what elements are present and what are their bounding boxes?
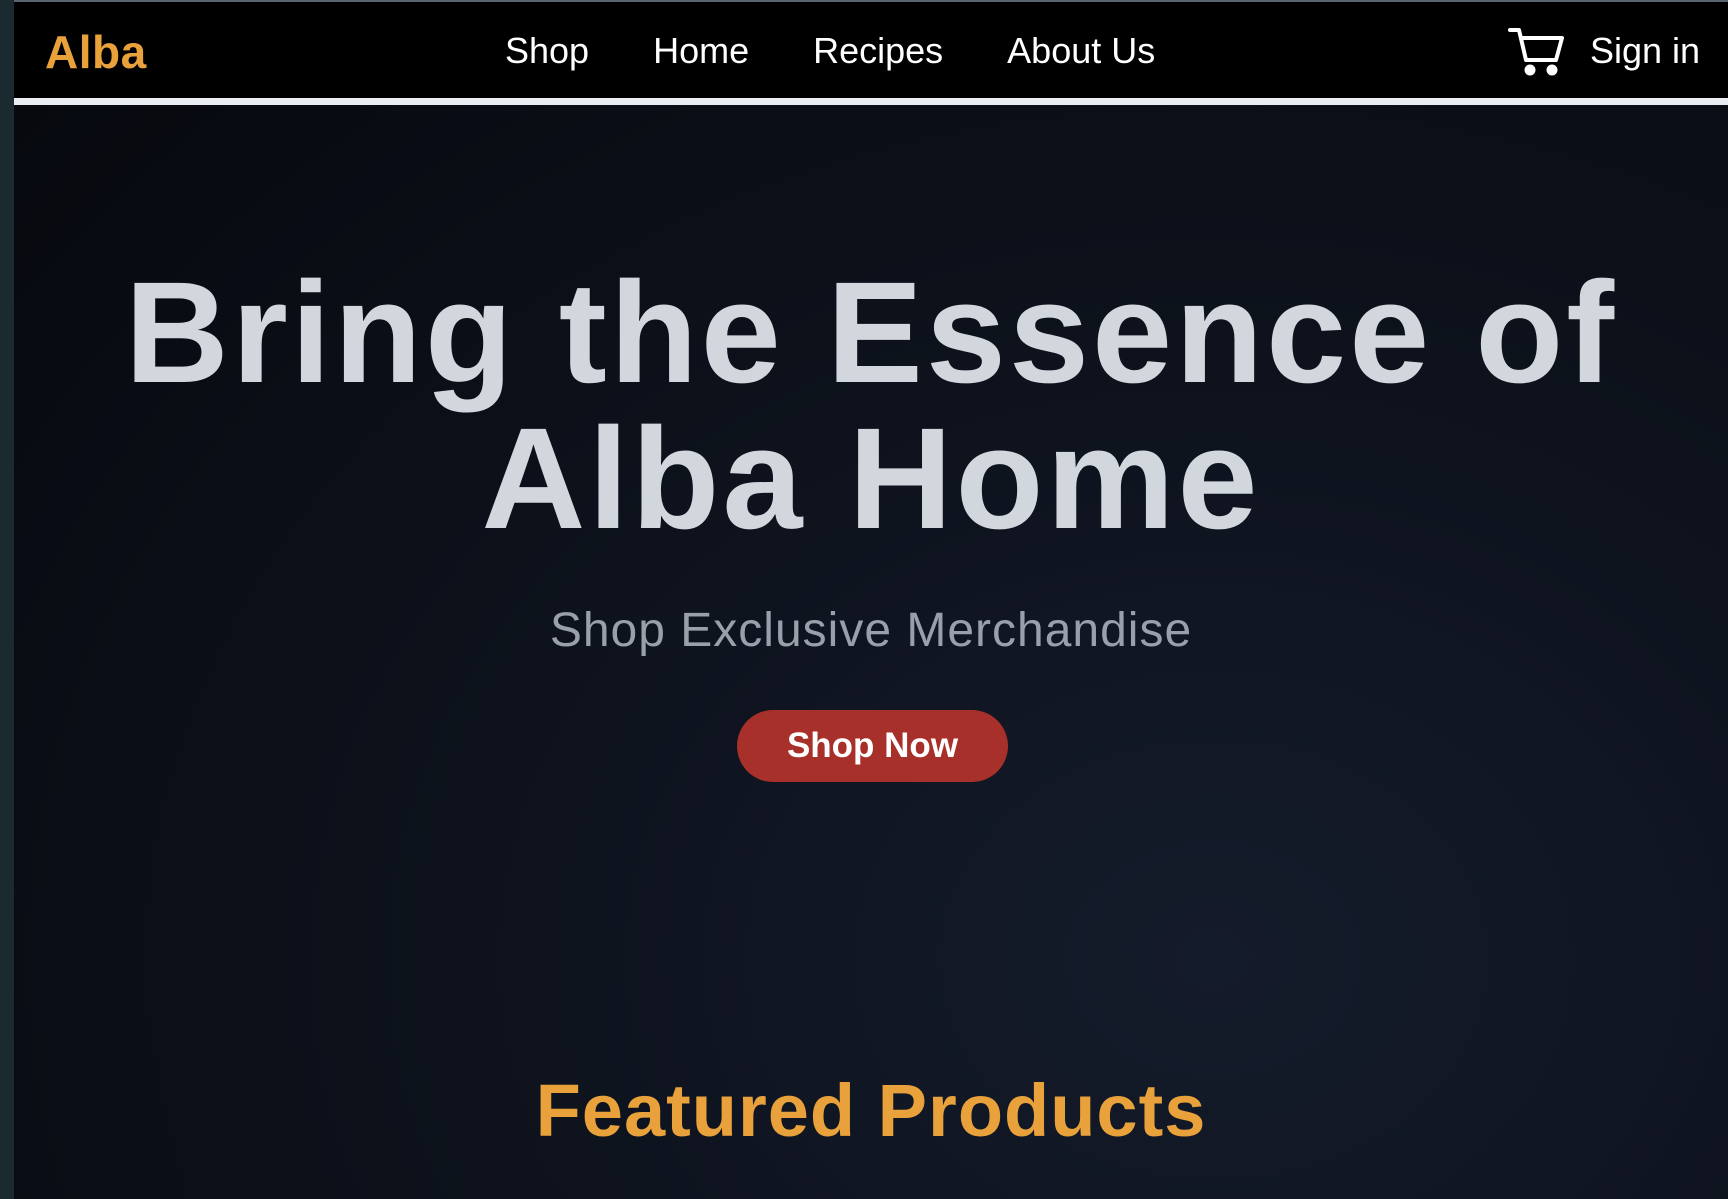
page: Alba Shop Home Recipes About Us Sign in … <box>14 0 1728 1199</box>
nav-links: Shop Home Recipes About Us <box>505 29 1155 73</box>
sign-in-link[interactable]: Sign in <box>1590 29 1700 73</box>
shop-now-button[interactable]: Shop Now <box>737 710 1008 782</box>
nav-link-shop[interactable]: Shop <box>505 29 589 73</box>
brand-logo[interactable]: Alba <box>45 24 147 80</box>
featured-products-heading: Featured Products <box>535 1069 1207 1152</box>
navbar-divider <box>14 98 1728 105</box>
navbar: Alba Shop Home Recipes About Us Sign in <box>14 2 1728 98</box>
nav-link-home[interactable]: Home <box>653 29 749 73</box>
nav-link-recipes[interactable]: Recipes <box>813 29 943 73</box>
hero-subtitle: Shop Exclusive Merchandise <box>549 604 1193 657</box>
hero-title: Bring the Essence of Alba Home <box>14 260 1728 552</box>
hero-title-line-2: Alba Home <box>481 398 1261 559</box>
shopping-cart-icon[interactable] <box>1506 24 1566 78</box>
hero-title-line-1: Bring the Essence of <box>124 252 1618 413</box>
nav-link-about-us[interactable]: About Us <box>1007 29 1155 73</box>
